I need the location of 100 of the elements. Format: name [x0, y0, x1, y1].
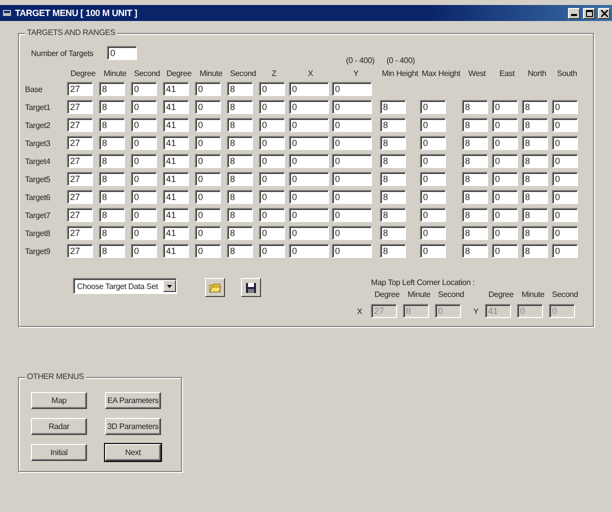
- value-field[interactable]: 0: [259, 208, 285, 222]
- value-field[interactable]: 41: [163, 82, 189, 96]
- value-field[interactable]: 0: [332, 118, 372, 132]
- value-field[interactable]: 8: [227, 136, 253, 150]
- value-field[interactable]: 0: [259, 172, 285, 186]
- value-field[interactable]: 27: [67, 100, 93, 114]
- value-field[interactable]: 8: [522, 118, 548, 132]
- value-field[interactable]: 0: [492, 190, 518, 204]
- menu-button[interactable]: Next: [105, 444, 161, 461]
- maximize-button[interactable]: [583, 8, 595, 18]
- value-field[interactable]: 0: [195, 190, 221, 204]
- value-field[interactable]: 0: [492, 154, 518, 168]
- value-field[interactable]: 8: [380, 190, 406, 204]
- value-field[interactable]: 0: [552, 208, 578, 222]
- value-field[interactable]: 0: [259, 226, 285, 240]
- data-set-dropdown[interactable]: Choose Target Data Set: [73, 278, 177, 294]
- value-field[interactable]: 8: [380, 100, 406, 114]
- value-field[interactable]: 0: [131, 172, 157, 186]
- value-field[interactable]: 0: [289, 82, 329, 96]
- minimize-button[interactable]: [568, 8, 580, 18]
- value-field[interactable]: 0: [332, 172, 372, 186]
- value-field[interactable]: 0: [332, 244, 372, 258]
- value-field[interactable]: 0: [195, 172, 221, 186]
- value-field[interactable]: 0: [420, 100, 446, 114]
- value-field[interactable]: 27: [67, 172, 93, 186]
- value-field[interactable]: 8: [227, 154, 253, 168]
- value-field[interactable]: 0: [259, 154, 285, 168]
- value-field[interactable]: 41: [163, 208, 189, 222]
- value-field[interactable]: 8: [99, 190, 125, 204]
- value-field[interactable]: 0: [289, 118, 329, 132]
- value-field[interactable]: 27: [67, 208, 93, 222]
- value-field[interactable]: 0: [131, 208, 157, 222]
- value-field[interactable]: 8: [227, 82, 253, 96]
- value-field[interactable]: 8: [227, 100, 253, 114]
- value-field[interactable]: 0: [420, 118, 446, 132]
- value-field[interactable]: 0: [131, 154, 157, 168]
- value-field[interactable]: 8: [462, 244, 488, 258]
- value-field[interactable]: 27: [67, 154, 93, 168]
- close-button[interactable]: [598, 8, 610, 18]
- value-field[interactable]: 8: [380, 154, 406, 168]
- value-field[interactable]: 0: [332, 208, 372, 222]
- value-field[interactable]: 0: [289, 208, 329, 222]
- value-field[interactable]: 0: [492, 136, 518, 150]
- value-field[interactable]: 8: [462, 100, 488, 114]
- value-field[interactable]: 0: [420, 154, 446, 168]
- value-field[interactable]: 8: [99, 208, 125, 222]
- value-field[interactable]: 0: [332, 82, 372, 96]
- menu-button[interactable]: EA Parameters: [105, 392, 161, 409]
- value-field[interactable]: 0: [332, 190, 372, 204]
- value-field[interactable]: 0: [195, 208, 221, 222]
- value-field[interactable]: 0: [131, 82, 157, 96]
- value-field[interactable]: 8: [462, 136, 488, 150]
- menu-button[interactable]: 3D Parameters: [105, 418, 161, 435]
- value-field[interactable]: 41: [163, 154, 189, 168]
- value-field[interactable]: 0: [332, 226, 372, 240]
- value-field[interactable]: 0: [259, 190, 285, 204]
- value-field[interactable]: 27: [67, 82, 93, 96]
- value-field[interactable]: 8: [522, 100, 548, 114]
- value-field[interactable]: 8: [380, 136, 406, 150]
- menu-button[interactable]: Radar: [31, 418, 87, 435]
- value-field[interactable]: 41: [163, 118, 189, 132]
- value-field[interactable]: 27: [67, 136, 93, 150]
- value-field[interactable]: 0: [289, 136, 329, 150]
- value-field[interactable]: 0: [552, 244, 578, 258]
- value-field[interactable]: 0: [420, 190, 446, 204]
- value-field[interactable]: 8: [99, 226, 125, 240]
- value-field[interactable]: 8: [522, 208, 548, 222]
- value-field[interactable]: 0: [259, 100, 285, 114]
- value-field[interactable]: 0: [552, 100, 578, 114]
- value-field[interactable]: 0: [131, 190, 157, 204]
- number-of-targets-field[interactable]: 0: [107, 46, 138, 60]
- value-field[interactable]: 0: [195, 118, 221, 132]
- value-field[interactable]: 8: [380, 208, 406, 222]
- value-field[interactable]: 0: [552, 190, 578, 204]
- value-field[interactable]: 0: [492, 244, 518, 258]
- value-field[interactable]: 0: [420, 208, 446, 222]
- value-field[interactable]: 0: [195, 244, 221, 258]
- value-field[interactable]: 41: [163, 226, 189, 240]
- value-field[interactable]: 8: [462, 208, 488, 222]
- value-field[interactable]: 8: [522, 172, 548, 186]
- value-field[interactable]: 8: [99, 244, 125, 258]
- value-field[interactable]: 8: [227, 172, 253, 186]
- value-field[interactable]: 0: [492, 100, 518, 114]
- value-field[interactable]: 8: [99, 172, 125, 186]
- value-field[interactable]: 0: [420, 244, 446, 258]
- value-field[interactable]: 0: [131, 244, 157, 258]
- value-field[interactable]: 8: [227, 244, 253, 258]
- value-field[interactable]: 8: [522, 190, 548, 204]
- value-field[interactable]: 8: [227, 226, 253, 240]
- value-field[interactable]: 0: [289, 100, 329, 114]
- menu-button[interactable]: Map: [31, 392, 87, 409]
- value-field[interactable]: 8: [522, 154, 548, 168]
- value-field[interactable]: 0: [289, 244, 329, 258]
- value-field[interactable]: 0: [492, 226, 518, 240]
- value-field[interactable]: 8: [380, 244, 406, 258]
- value-field[interactable]: 8: [462, 118, 488, 132]
- value-field[interactable]: 27: [67, 226, 93, 240]
- save-button[interactable]: [241, 278, 261, 297]
- value-field[interactable]: 0: [289, 190, 329, 204]
- value-field[interactable]: 41: [163, 190, 189, 204]
